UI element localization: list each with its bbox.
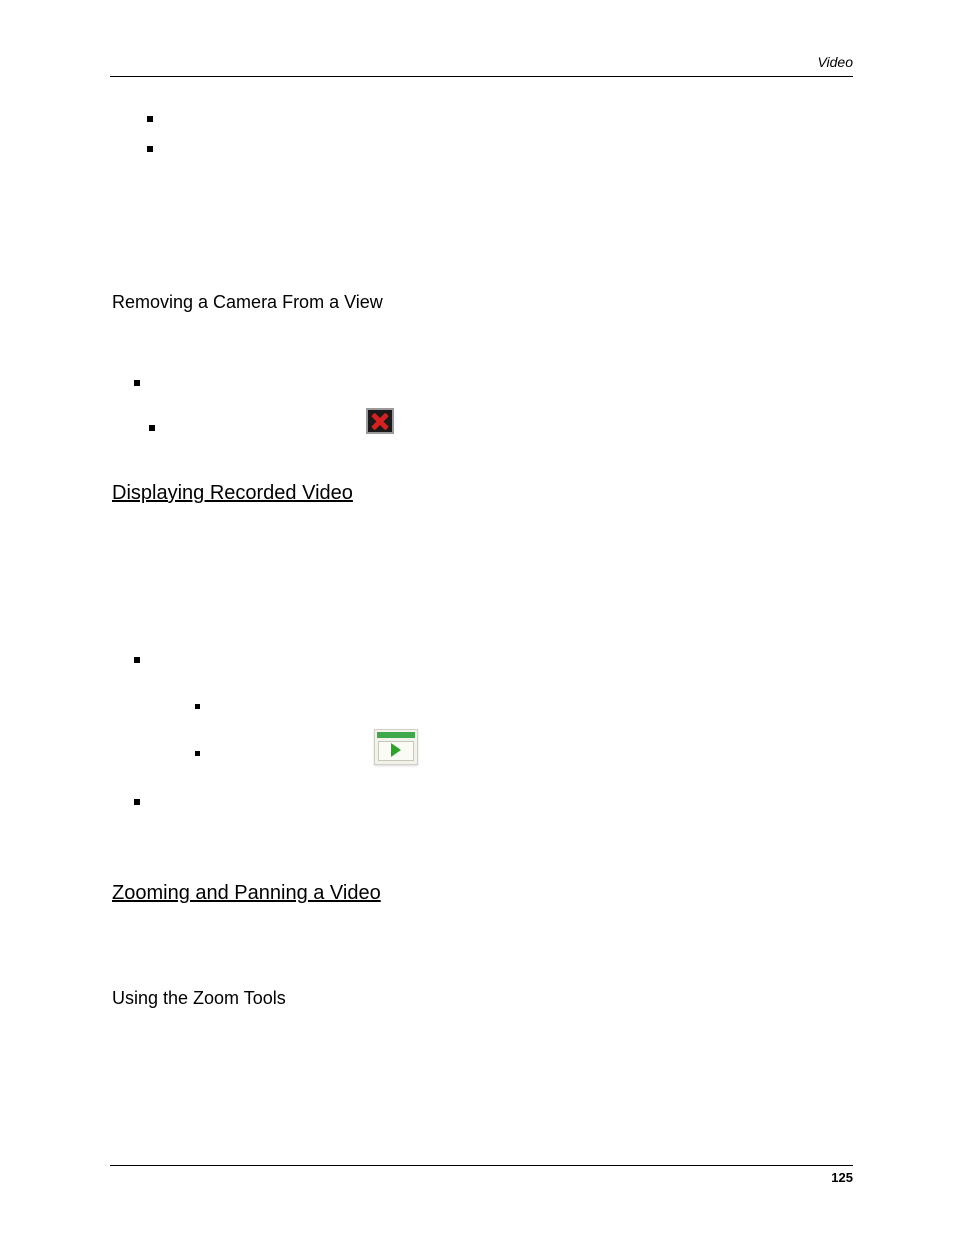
page-header: Video (110, 54, 853, 77)
bullet-icon (134, 799, 140, 805)
play-window-titlebar (377, 732, 415, 738)
bullet-icon (149, 425, 155, 431)
page: Video Removing a Camera From a View Disp… (0, 0, 954, 1235)
header-rule (110, 76, 853, 77)
play-triangle-icon (391, 743, 401, 757)
header-section-label: Video (110, 54, 853, 70)
bullet-icon (147, 116, 153, 122)
play-window-icon (374, 729, 418, 765)
page-footer: 125 (110, 1165, 853, 1185)
bullet-icon (147, 146, 153, 152)
page-number: 125 (110, 1170, 853, 1185)
heading-displaying-recorded-video: Displaying Recorded Video (112, 482, 353, 505)
bullet-icon (134, 657, 140, 663)
bullet-icon (195, 704, 200, 709)
bullet-icon (134, 380, 140, 386)
bullet-icon (195, 751, 200, 756)
footer-rule (110, 1165, 853, 1166)
heading-using-zoom-tools: Using the Zoom Tools (112, 988, 286, 1009)
heading-zooming-panning: Zooming and Panning a Video (112, 882, 381, 905)
close-icon (366, 408, 394, 434)
heading-removing-camera: Removing a Camera From a View (112, 292, 383, 313)
